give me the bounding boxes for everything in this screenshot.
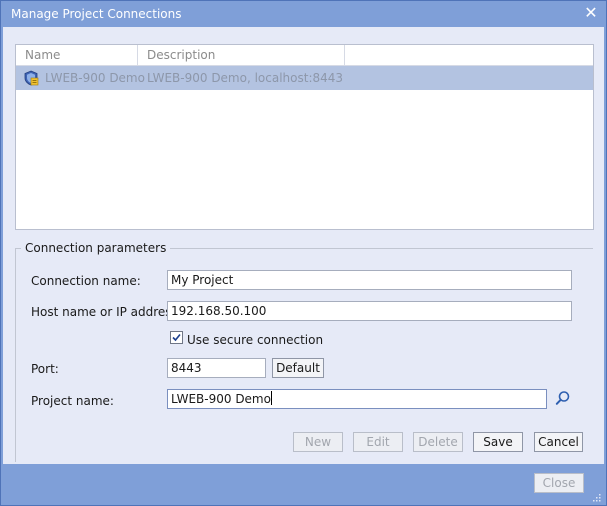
port-label: Port: xyxy=(31,362,59,376)
resize-grip-icon[interactable] xyxy=(591,492,601,502)
port-input[interactable]: 8443 xyxy=(167,358,266,378)
checkmark-icon xyxy=(172,333,181,342)
host-label: Host name or IP address: xyxy=(31,305,182,319)
project-name-label: Project name: xyxy=(31,394,114,408)
column-header-description[interactable]: Description xyxy=(138,45,345,65)
project-server-icon xyxy=(24,70,39,86)
row-name: LWEB-900 Demo xyxy=(45,71,145,85)
close-button[interactable]: Close xyxy=(534,473,584,493)
secure-connection-checkbox[interactable] xyxy=(170,331,183,344)
close-icon[interactable]: ✕ xyxy=(583,5,599,21)
connections-list[interactable]: Name Description LWEB-900 Demo LWEB-900 … xyxy=(15,44,594,230)
connection-name-label: Connection name: xyxy=(31,274,141,288)
delete-button[interactable]: Delete xyxy=(413,432,463,452)
title-bar: Manage Project Connections ✕ xyxy=(1,1,606,27)
list-header: Name Description xyxy=(16,45,593,66)
manage-project-connections-window: Manage Project Connections ✕ Name Descri… xyxy=(0,0,607,506)
host-input[interactable]: 192.168.50.100 xyxy=(167,301,572,321)
new-button[interactable]: New xyxy=(293,432,343,452)
secure-connection-label[interactable]: Use secure connection xyxy=(187,332,323,348)
edit-button[interactable]: Edit xyxy=(353,432,403,452)
dialog-footer: Close xyxy=(3,464,604,504)
project-name-input[interactable]: LWEB-900 Demo xyxy=(167,389,547,409)
dialog-content: Name Description LWEB-900 Demo LWEB-900 … xyxy=(3,27,604,464)
project-name-value: LWEB-900 Demo xyxy=(171,392,271,406)
window-title: Manage Project Connections xyxy=(11,7,182,21)
row-description: LWEB-900 Demo, localhost:8443 xyxy=(147,71,344,85)
save-button[interactable]: Save xyxy=(473,432,523,452)
search-icon[interactable] xyxy=(555,390,571,406)
connection-name-input[interactable]: My Project xyxy=(167,270,572,290)
column-header-name[interactable]: Name xyxy=(16,45,138,65)
connection-parameters-legend: Connection parameters xyxy=(21,240,171,256)
cancel-button[interactable]: Cancel xyxy=(534,432,583,452)
list-item[interactable]: LWEB-900 Demo LWEB-900 Demo, localhost:8… xyxy=(16,66,593,90)
default-port-button[interactable]: Default xyxy=(272,358,324,378)
text-cursor xyxy=(270,391,272,405)
